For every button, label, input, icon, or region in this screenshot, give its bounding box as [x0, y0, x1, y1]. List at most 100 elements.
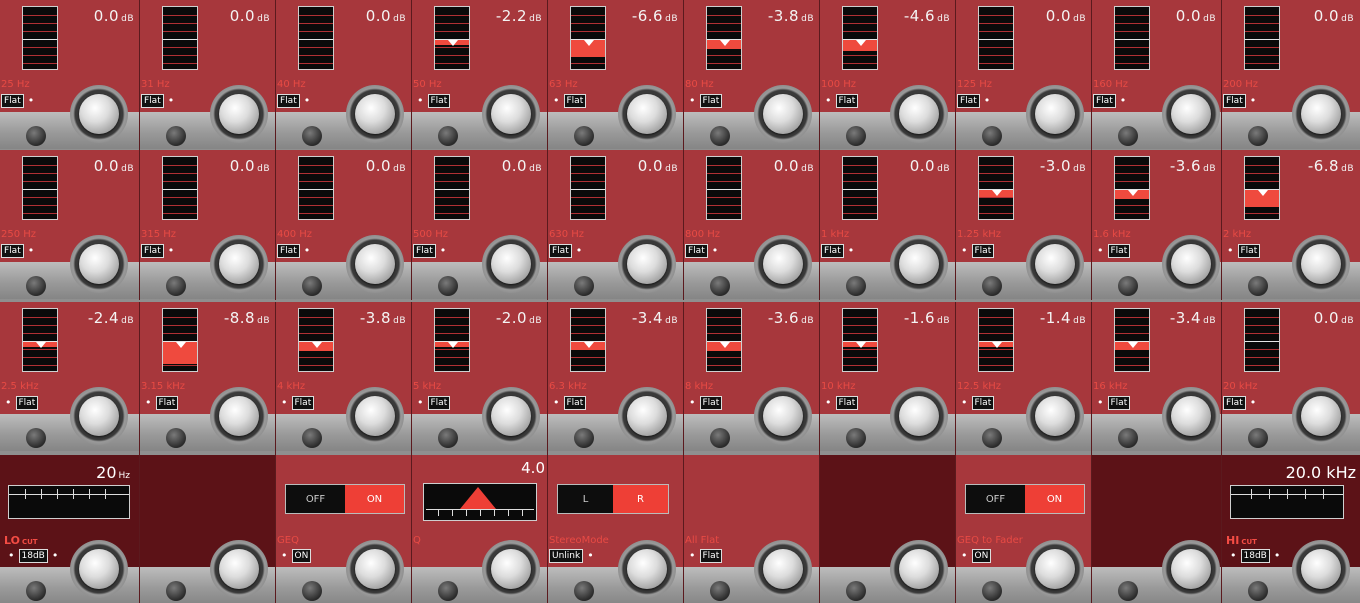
gain-meter[interactable] [162, 156, 198, 220]
gain-meter[interactable] [162, 6, 198, 70]
gain-meter[interactable] [1114, 308, 1150, 372]
flat-tag[interactable]: • Flat [1, 395, 39, 410]
unused-button[interactable] [166, 581, 186, 601]
band-button[interactable] [982, 276, 1002, 296]
gain-knob[interactable] [70, 85, 128, 143]
stereo-right[interactable]: R [613, 485, 668, 513]
geq-fader-off[interactable]: OFF [966, 485, 1025, 513]
band-button[interactable] [574, 428, 594, 448]
gain-meter[interactable] [1244, 156, 1280, 220]
gain-knob[interactable] [1026, 85, 1084, 143]
flat-tag[interactable]: • Flat [549, 93, 587, 108]
gain-knob[interactable] [70, 387, 128, 445]
q-knob[interactable] [482, 540, 540, 598]
geq-off[interactable]: OFF [286, 485, 345, 513]
gain-knob[interactable] [890, 85, 948, 143]
stereo-left[interactable]: L [558, 485, 613, 513]
gain-meter[interactable] [1244, 6, 1280, 70]
band-button[interactable] [982, 126, 1002, 146]
gain-knob[interactable] [1292, 387, 1350, 445]
gain-knob[interactable] [210, 85, 268, 143]
gain-knob[interactable] [618, 387, 676, 445]
band-button[interactable] [846, 126, 866, 146]
gain-knob[interactable] [754, 387, 812, 445]
geq-fader-on[interactable]: ON [1025, 485, 1084, 513]
geq-toggle[interactable]: OFF ON [285, 484, 405, 514]
gain-knob[interactable] [890, 387, 948, 445]
gain-knob[interactable] [346, 85, 404, 143]
band-button[interactable] [1118, 126, 1138, 146]
allflat-knob[interactable] [754, 540, 812, 598]
flat-tag[interactable]: Flat • [277, 93, 314, 108]
flat-tag[interactable]: • Flat [413, 395, 451, 410]
band-button[interactable] [846, 428, 866, 448]
lo-cut-button[interactable] [26, 581, 46, 601]
gain-meter[interactable] [570, 156, 606, 220]
gain-meter[interactable] [570, 308, 606, 372]
q-button[interactable] [438, 581, 458, 601]
band-button[interactable] [26, 428, 46, 448]
band-button[interactable] [846, 276, 866, 296]
gain-knob[interactable] [482, 235, 540, 293]
band-button[interactable] [302, 428, 322, 448]
band-button[interactable] [438, 428, 458, 448]
gain-knob[interactable] [1162, 235, 1220, 293]
lo-cut-slope-tag[interactable]: • 18dB • [4, 548, 62, 563]
band-button[interactable] [1118, 428, 1138, 448]
flat-tag[interactable]: • Flat [141, 395, 179, 410]
gain-meter[interactable] [1114, 6, 1150, 70]
geq-fader-knob[interactable] [1026, 540, 1084, 598]
gain-meter[interactable] [978, 6, 1014, 70]
hi-cut-knob[interactable] [1292, 540, 1350, 598]
flat-tag[interactable]: Flat • [1223, 93, 1260, 108]
band-button[interactable] [710, 276, 730, 296]
geq-knob[interactable] [346, 540, 404, 598]
flat-tag[interactable]: Flat • [957, 93, 994, 108]
geq-fader-toggle[interactable]: OFF ON [965, 484, 1085, 514]
allflat-tag[interactable]: • Flat [685, 548, 723, 563]
stereo-tag[interactable]: Unlink • [549, 548, 598, 563]
band-button[interactable] [710, 126, 730, 146]
gain-knob[interactable] [1162, 85, 1220, 143]
flat-tag[interactable]: • Flat [277, 395, 315, 410]
gain-knob[interactable] [482, 85, 540, 143]
unused-button[interactable] [1118, 581, 1138, 601]
gain-knob[interactable] [1026, 235, 1084, 293]
gain-meter[interactable] [298, 156, 334, 220]
stereo-knob[interactable] [618, 540, 676, 598]
gain-meter[interactable] [434, 156, 470, 220]
unused-knob[interactable] [210, 540, 268, 598]
flat-tag[interactable]: Flat • [141, 93, 178, 108]
stereo-toggle[interactable]: L R [557, 484, 669, 514]
gain-knob[interactable] [346, 235, 404, 293]
gain-meter[interactable] [706, 6, 742, 70]
gain-knob[interactable] [618, 235, 676, 293]
geq-on[interactable]: ON [345, 485, 404, 513]
flat-tag[interactable]: Flat • [277, 243, 314, 258]
geq-fader-tag[interactable]: • ON [957, 548, 992, 563]
unused-knob[interactable] [1162, 540, 1220, 598]
band-button[interactable] [166, 276, 186, 296]
band-button[interactable] [302, 126, 322, 146]
flat-tag[interactable]: Flat • [1, 243, 38, 258]
gain-meter[interactable] [1114, 156, 1150, 220]
gain-meter[interactable] [434, 308, 470, 372]
gain-meter[interactable] [162, 308, 198, 372]
flat-tag[interactable]: • Flat [1093, 395, 1131, 410]
flat-tag[interactable]: • Flat [413, 93, 451, 108]
gain-knob[interactable] [482, 387, 540, 445]
gain-meter[interactable] [978, 308, 1014, 372]
band-button[interactable] [1248, 126, 1268, 146]
hi-cut-slope-tag[interactable]: • 18dB • [1226, 548, 1284, 563]
gain-knob[interactable] [346, 387, 404, 445]
gain-meter[interactable] [22, 6, 58, 70]
band-button[interactable] [1248, 428, 1268, 448]
gain-knob[interactable] [618, 85, 676, 143]
gain-meter[interactable] [1244, 308, 1280, 372]
hi-cut-button[interactable] [1248, 581, 1268, 601]
flat-tag[interactable]: • Flat [1223, 243, 1261, 258]
band-button[interactable] [1248, 276, 1268, 296]
flat-tag[interactable]: • Flat [957, 395, 995, 410]
allflat-button[interactable] [710, 581, 730, 601]
gain-meter[interactable] [978, 156, 1014, 220]
